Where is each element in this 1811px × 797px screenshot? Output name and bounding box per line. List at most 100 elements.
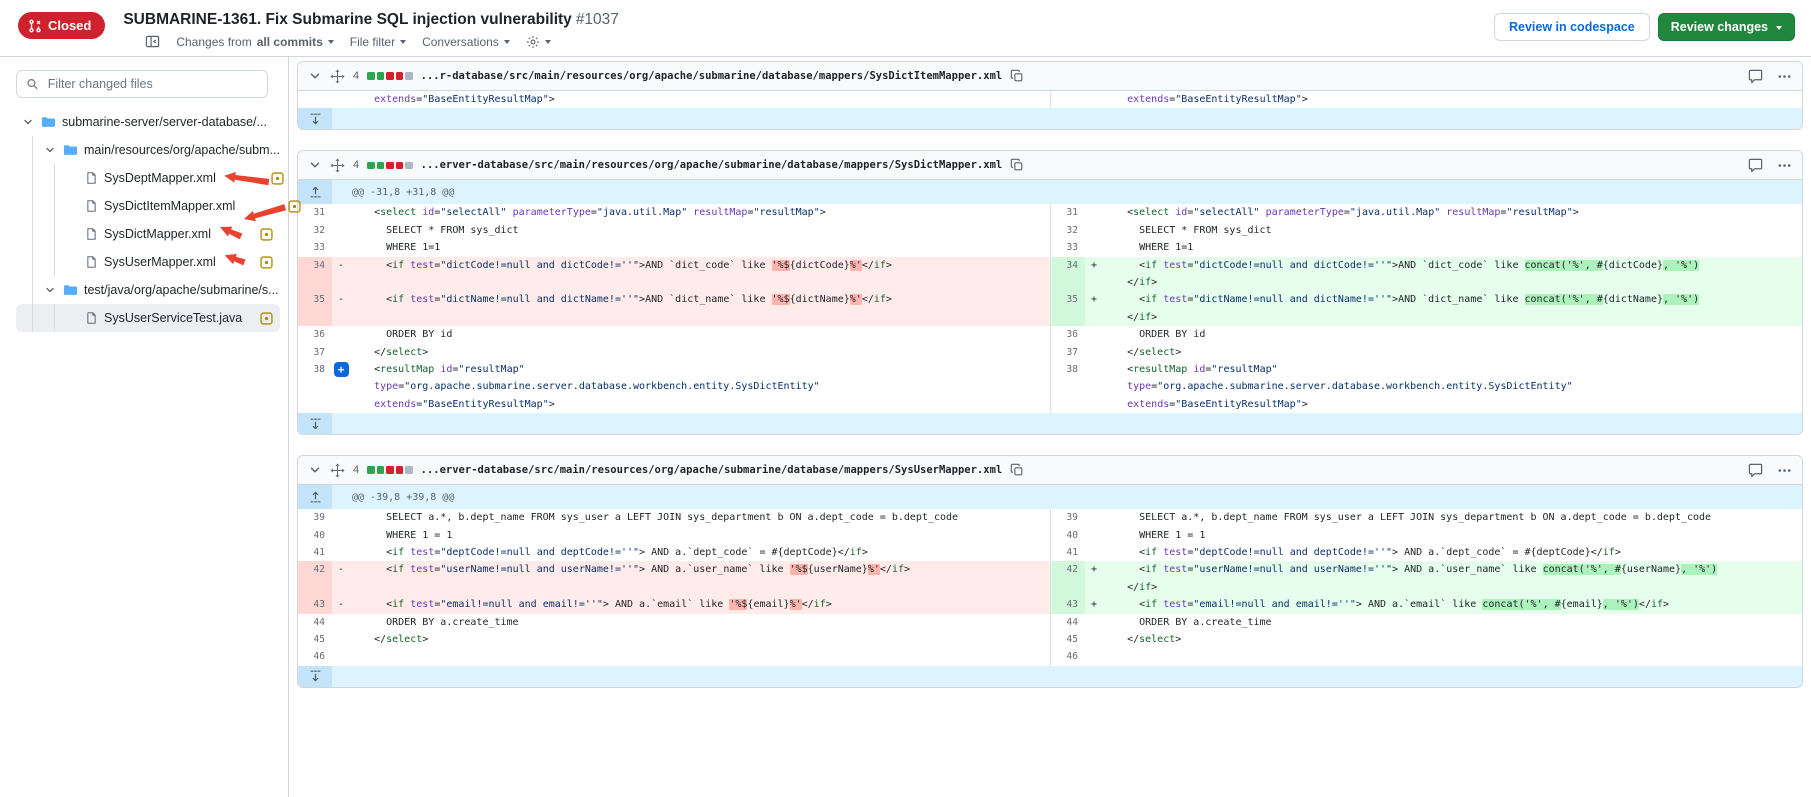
line-number[interactable]: 36 xyxy=(298,326,332,343)
code-line: SELECT a.*, b.dept_name FROM sys_user a … xyxy=(350,509,1050,526)
indent-guide xyxy=(44,248,66,276)
collapse-file-button[interactable] xyxy=(308,158,322,172)
copy-path-button[interactable] xyxy=(1010,69,1024,83)
tree-folder-submarine-server-server-database-[interactable]: submarine-server/server-database/... xyxy=(16,108,280,136)
diffstat xyxy=(367,162,413,170)
line-number[interactable]: 42 xyxy=(298,561,332,596)
caret-down-icon xyxy=(1776,26,1782,30)
line-number[interactable]: 38 xyxy=(1051,361,1085,413)
line-number[interactable]: 31 xyxy=(1051,204,1085,221)
line-number[interactable]: 32 xyxy=(298,222,332,239)
line-number[interactable]: 40 xyxy=(298,527,332,544)
tree-item-label: main/resources/org/apache/subm... xyxy=(84,143,280,157)
tree-file-sysusermapper-xml[interactable]: SysUserMapper.xml xyxy=(16,248,280,276)
diff-sign xyxy=(1085,361,1103,413)
drag-file-handle[interactable] xyxy=(330,463,345,478)
indent-guide xyxy=(44,164,66,192)
line-number[interactable]: 36 xyxy=(1051,326,1085,343)
comment-button[interactable] xyxy=(1748,463,1763,478)
line-number[interactable]: 43 xyxy=(298,596,332,613)
line-number[interactable] xyxy=(1051,91,1085,108)
chevron-down-icon xyxy=(308,158,322,172)
line-number[interactable]: 42 xyxy=(1051,561,1085,596)
line-number[interactable]: 32 xyxy=(1051,222,1085,239)
file-options-button[interactable] xyxy=(1777,69,1792,84)
diff-sign xyxy=(332,614,350,631)
line-number[interactable]: 44 xyxy=(298,614,332,631)
tree-file-sysuserservicetest-java[interactable]: SysUserServiceTest.java xyxy=(16,304,280,332)
line-number[interactable]: 38 xyxy=(298,361,332,413)
line-number[interactable]: 34 xyxy=(298,257,332,292)
line-number[interactable]: 39 xyxy=(1051,509,1085,526)
line-number[interactable]: 41 xyxy=(298,544,332,561)
diff-sign: - xyxy=(332,291,350,326)
code-line: <select id="selectAll" parameterType="ja… xyxy=(350,204,1050,221)
comment-button[interactable] xyxy=(1748,158,1763,173)
diff-sign xyxy=(332,91,350,108)
tree-folder-test-java-org-apache-submarine-s-[interactable]: test/java/org/apache/submarine/s... xyxy=(16,276,280,304)
review-in-codespace-button[interactable]: Review in codespace xyxy=(1494,13,1650,41)
expand-down-button[interactable] xyxy=(298,108,332,129)
caret-down-icon xyxy=(545,40,551,44)
review-changes-button[interactable]: Review changes xyxy=(1658,13,1795,41)
file-filter-dropdown[interactable]: File filter xyxy=(350,35,406,49)
line-number[interactable]: 35 xyxy=(298,291,332,326)
tree-file-sysdictitemmapper-xml[interactable]: SysDictItemMapper.xml xyxy=(16,192,280,220)
diff-sign xyxy=(332,239,350,256)
line-number[interactable]: 37 xyxy=(1051,344,1085,361)
line-number[interactable] xyxy=(298,91,332,108)
line-number[interactable]: 40 xyxy=(1051,527,1085,544)
indent-guide xyxy=(22,220,44,248)
tree-file-sysdictmapper-xml[interactable]: SysDictMapper.xml xyxy=(16,220,280,248)
conversations-dropdown[interactable]: Conversations xyxy=(422,35,510,49)
code-line: ORDER BY a.create_time xyxy=(350,614,1050,631)
line-number[interactable]: 45 xyxy=(1051,631,1085,648)
drag-file-handle[interactable] xyxy=(330,158,345,173)
tree-chevron[interactable] xyxy=(44,284,59,296)
line-number[interactable]: 35 xyxy=(1051,291,1085,326)
diff-settings-dropdown[interactable] xyxy=(526,35,551,49)
file-icon xyxy=(85,199,98,213)
line-number[interactable]: 45 xyxy=(298,631,332,648)
expand-down-button[interactable] xyxy=(298,666,332,687)
copy-path-button[interactable] xyxy=(1010,463,1024,477)
tree-folder-main-resources-org-apache-subm-[interactable]: main/resources/org/apache/subm... xyxy=(16,136,280,164)
line-number[interactable]: 46 xyxy=(298,648,332,665)
file-tree-toggle-icon[interactable] xyxy=(145,34,160,49)
hunk-range-label: @@ -31,8 +31,8 @@ xyxy=(332,180,454,204)
line-number[interactable]: 44 xyxy=(1051,614,1085,631)
collapse-file-button[interactable] xyxy=(308,69,322,83)
line-number[interactable]: 33 xyxy=(298,239,332,256)
diff-file-header: 4 ...r-database/src/main/resources/org/a… xyxy=(298,62,1802,91)
drag-file-handle[interactable] xyxy=(330,69,345,84)
diff-row: 39 SELECT a.*, b.dept_name FROM sys_user… xyxy=(298,509,1802,526)
line-number[interactable]: 37 xyxy=(298,344,332,361)
file-options-button[interactable] xyxy=(1777,463,1792,478)
expand-up-button[interactable] xyxy=(298,485,332,509)
line-number[interactable]: 34 xyxy=(1051,257,1085,292)
kebab-menu-icon xyxy=(1777,463,1792,478)
line-number[interactable]: 46 xyxy=(1051,648,1085,665)
file-options-button[interactable] xyxy=(1777,158,1792,173)
line-number[interactable]: 39 xyxy=(298,509,332,526)
expand-down-button[interactable] xyxy=(298,413,332,434)
comment-button[interactable] xyxy=(1748,69,1763,84)
expand-up-button[interactable] xyxy=(298,180,332,204)
line-number[interactable]: 41 xyxy=(1051,544,1085,561)
tree-file-sysdeptmapper-xml[interactable]: SysDeptMapper.xml xyxy=(16,164,280,192)
pull-request-closed-icon xyxy=(28,19,42,33)
line-number[interactable]: 33 xyxy=(1051,239,1085,256)
copy-path-button[interactable] xyxy=(1010,158,1024,172)
tree-chevron[interactable] xyxy=(22,116,37,128)
add-comment-button[interactable]: + xyxy=(334,362,349,377)
filter-changed-files-input[interactable] xyxy=(46,76,258,92)
collapse-file-button[interactable] xyxy=(308,463,322,477)
tree-chevron[interactable] xyxy=(44,144,59,156)
line-number[interactable]: 31 xyxy=(298,204,332,221)
line-number[interactable]: 43 xyxy=(1051,596,1085,613)
code-line: <select id="selectAll" parameterType="ja… xyxy=(1103,204,1802,221)
diff-row: 42 - <if test="userName!=null and userNa… xyxy=(298,561,1802,596)
changes-from-dropdown[interactable]: Changes from all commits xyxy=(176,35,333,49)
code-line: <resultMap id="resultMap" type="org.apac… xyxy=(1103,361,1802,413)
diff-sign xyxy=(1085,544,1103,561)
